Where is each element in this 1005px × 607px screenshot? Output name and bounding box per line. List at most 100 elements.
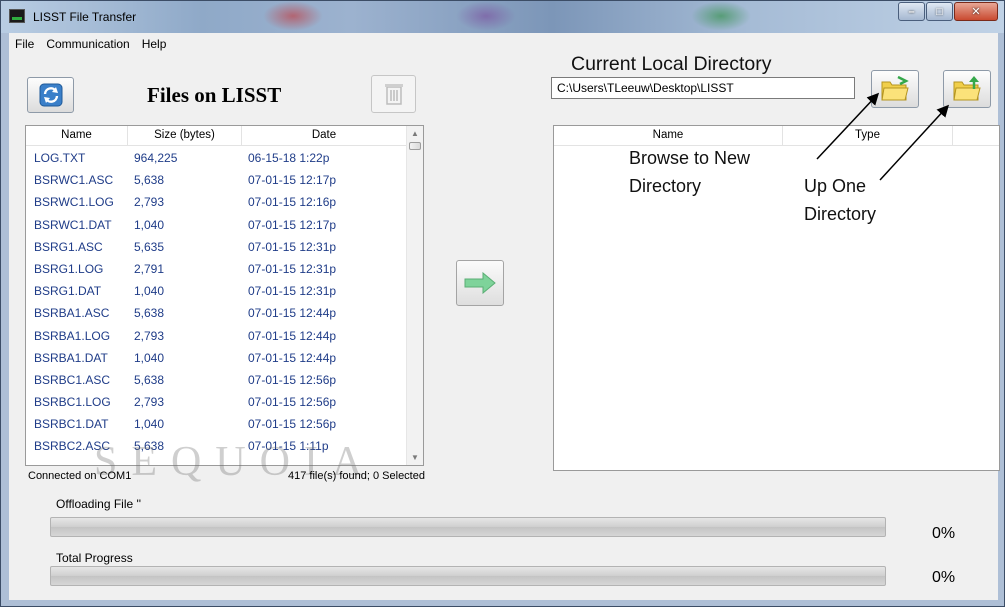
scroll-down-icon[interactable]: ▼ [411,453,419,462]
file-size-cell: 5,638 [134,173,165,188]
minimize-button[interactable]: – [898,2,925,21]
menu-communication[interactable]: Communication [40,37,135,51]
file-count-status: 417 file(s) found; 0 Selected [288,470,425,482]
file-size-cell: 2,793 [134,395,165,410]
file-size-cell: 5,638 [134,372,165,387]
file-date-cell: 07-01-15 12:44p [248,350,337,365]
file-list-row[interactable]: BSRWC1.DAT 1,040 07-01-15 12:17p [26,214,407,236]
window-controls: – □ ✕ [897,2,998,21]
app-icon [9,9,25,23]
file-name-cell: BSRBC1.LOG [34,395,111,410]
file-size-cell: 2,791 [134,261,165,276]
offloading-file-label: Offloading File '' [56,497,142,511]
file-name-cell: BSRBA1.DAT [34,350,108,365]
file-name-cell: BSRG1.LOG [34,261,104,276]
file-name-cell: BSRWC1.DAT [34,217,112,232]
title-bar[interactable]: LISST File Transfer – □ ✕ [1,1,1004,33]
total-progress-bar [50,566,886,586]
transfer-button[interactable] [456,260,504,306]
up-one-directory-button[interactable] [943,70,991,108]
file-list-row[interactable]: BSRBA1.ASC 5,638 07-01-15 12:44p [26,302,407,324]
file-list-header: Name Size (bytes) Date [26,126,407,146]
current-directory-label: Current Local Directory [571,53,772,75]
refresh-icon [39,83,62,107]
file-name-cell: BSRWC1.LOG [34,195,114,210]
file-date-cell: 07-01-15 12:56p [248,395,337,410]
menu-file[interactable]: File [9,37,40,51]
local-column-header-type[interactable]: Type [783,126,953,145]
column-header-size[interactable]: Size (bytes) [128,126,242,145]
file-list-rows: LOG.TXT 964,225 06-15-18 1:22p BSRWC1.ASC 5,… [26,147,407,458]
local-file-list[interactable]: Name Type [553,125,1000,471]
file-size-cell: 2,793 [134,328,165,343]
folder-up-icon [953,76,981,101]
annotation-up-one-line1: Up One [804,176,867,196]
file-date-cell: 07-01-15 12:56p [248,417,337,432]
file-list-row[interactable]: BSRBC1.DAT 1,040 07-01-15 12:56p [26,413,407,435]
file-size-cell: 5,638 [134,306,165,321]
current-directory-input[interactable] [551,77,855,99]
scroll-up-icon[interactable]: ▲ [411,129,419,138]
local-list-header: Name Type [554,126,999,146]
annotation-up-one-line2: Directory [804,204,877,224]
file-date-cell: 07-01-15 12:31p [248,261,337,276]
file-size-cell: 2,793 [134,195,165,210]
total-progress-label: Total Progress [56,551,133,565]
delete-button[interactable] [371,75,416,113]
file-size-cell: 1,040 [134,350,165,365]
file-list-row[interactable]: BSRG1.DAT 1,040 07-01-15 12:31p [26,280,407,302]
file-name-cell: BSRBC1.DAT [34,417,109,432]
file-name-cell: BSRBA1.LOG [34,328,111,343]
file-name-cell: BSRWC1.ASC [34,173,114,188]
maximize-button[interactable]: □ [926,2,953,21]
file-list-row[interactable]: BSRWC1.ASC 5,638 07-01-15 12:17p [26,169,407,191]
minimize-icon: – [908,5,915,18]
scroll-thumb[interactable] [409,142,421,150]
file-size-cell: 5,635 [134,239,165,254]
file-list-row[interactable]: BSRG1.ASC 5,635 07-01-15 12:31p [26,236,407,258]
file-date-cell: 07-01-15 12:16p [248,195,337,210]
file-name-cell: BSRBC2.ASC [34,439,111,454]
local-column-header-name[interactable]: Name [554,126,783,145]
menu-help[interactable]: Help [136,37,173,51]
file-list-row[interactable]: BSRBA1.LOG 2,793 07-01-15 12:44p [26,325,407,347]
annotation-browse-line2: Directory [629,176,702,196]
column-header-date[interactable]: Date [242,126,407,145]
trash-icon [384,84,403,105]
file-date-cell: 07-01-15 12:31p [248,284,337,299]
file-list-row[interactable]: BSRG1.LOG 2,791 07-01-15 12:31p [26,258,407,280]
browse-directory-button[interactable] [871,70,919,108]
maximize-icon: □ [936,5,943,18]
file-list-row[interactable]: BSRBC2.ASC 5,638 07-01-15 1:11p [26,435,407,457]
file-date-cell: 07-01-15 12:31p [248,239,337,254]
total-progress-percent: 0% [932,569,956,586]
menu-bar: File Communication Help [9,33,998,55]
column-header-name[interactable]: Name [26,126,128,145]
file-size-cell: 964,225 [134,151,178,165]
file-date-cell: 07-01-15 12:17p [248,217,337,232]
file-name-cell: BSRBC1.ASC [34,372,111,387]
refresh-button[interactable] [27,77,74,113]
file-name-cell: BSRG1.ASC [34,239,103,254]
file-date-cell: 07-01-15 12:44p [248,306,337,321]
file-list-row[interactable]: BSRWC1.LOG 2,793 07-01-15 12:16p [26,191,407,213]
annotation-up-one: Up One Directory [804,172,876,228]
client-area: File Communication Help Files on LISST N… [9,33,1000,600]
file-name-cell: BSRG1.DAT [34,284,102,299]
file-size-cell: 1,040 [134,217,165,232]
file-list-row[interactable]: BSRBA1.DAT 1,040 07-01-15 12:44p [26,347,407,369]
file-list-row[interactable]: LOG.TXT 964,225 06-15-18 1:22p [26,147,407,169]
folder-open-icon [881,76,909,101]
file-date-cell: 06-15-18 1:22p [248,151,330,165]
file-list-row[interactable]: BSRBC1.LOG 2,793 07-01-15 12:56p [26,391,407,413]
file-size-cell: 1,040 [134,417,165,432]
titlebar-decoration [691,1,751,31]
file-list-row[interactable]: BSRBC1.ASC 5,638 07-01-15 12:56p [26,369,407,391]
lisst-file-list[interactable]: Name Size (bytes) Date LOG.TXT 964,225 06-… [25,125,424,466]
file-size-cell: 5,638 [134,439,165,454]
file-list-scrollbar[interactable]: ▲ ▼ [406,126,423,465]
connection-status: Connected on COM1 [28,470,132,482]
annotation-browse: Browse to New Directory [629,144,750,200]
close-button[interactable]: ✕ [954,2,998,21]
file-date-cell: 07-01-15 12:44p [248,328,337,343]
